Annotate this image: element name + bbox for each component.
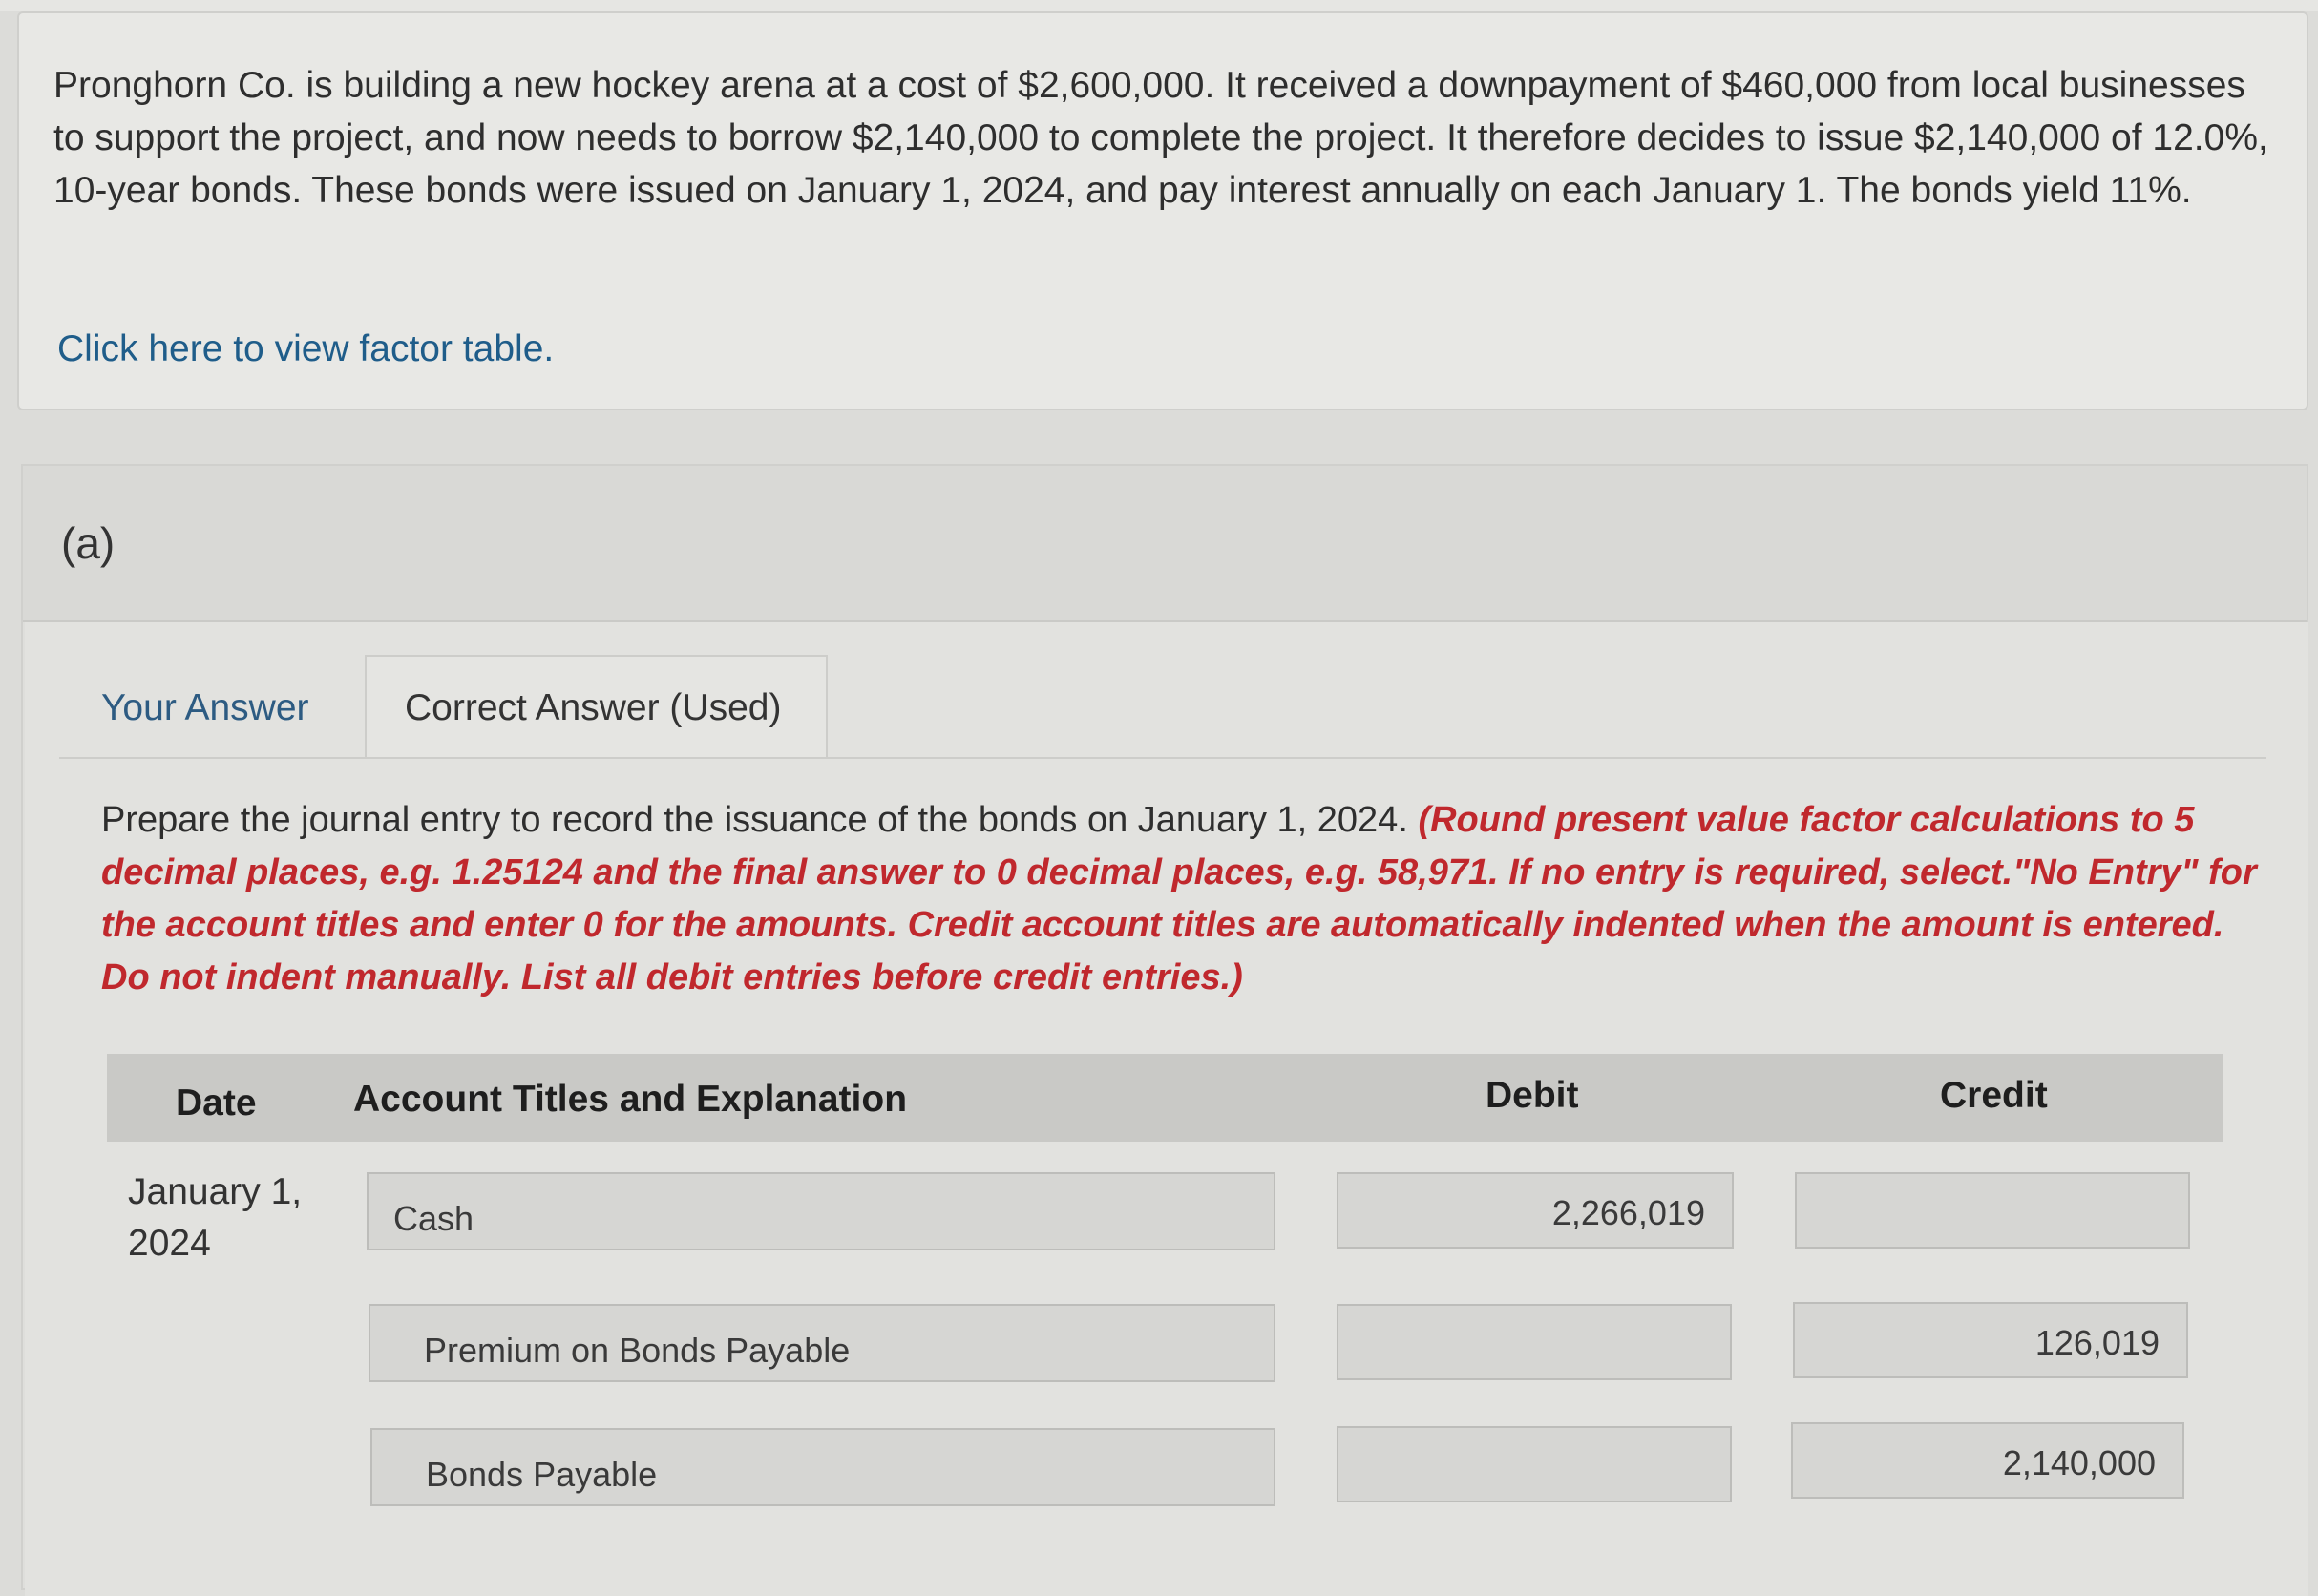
credit-field-row1[interactable] bbox=[1795, 1172, 2190, 1249]
header-date: Date bbox=[176, 1082, 257, 1124]
header-debit: Debit bbox=[1486, 1075, 1579, 1116]
entry-date-line2: 2024 bbox=[128, 1223, 211, 1264]
credit-field-row2[interactable]: 126,019 bbox=[1793, 1302, 2188, 1378]
credit-field-row3[interactable]: 2,140,000 bbox=[1791, 1422, 2184, 1499]
tab-correct-answer[interactable]: Correct Answer (Used) bbox=[365, 655, 828, 758]
header-credit: Credit bbox=[1940, 1075, 2048, 1116]
entry-date: January 1, 2024 bbox=[128, 1166, 302, 1270]
problem-panel: Pronghorn Co. is building a new hockey a… bbox=[17, 11, 2308, 410]
top-strip bbox=[0, 0, 2318, 11]
header-account: Account Titles and Explanation bbox=[353, 1079, 908, 1120]
debit-field-row3[interactable] bbox=[1337, 1426, 1732, 1502]
problem-text: Pronghorn Co. is building a new hockey a… bbox=[53, 65, 2268, 211]
entry-date-line1: January 1, bbox=[128, 1171, 303, 1212]
journal-table-header: Date Account Titles and Explanation Debi… bbox=[107, 1054, 2223, 1142]
debit-field-row2[interactable] bbox=[1337, 1304, 1732, 1380]
account-field-row1[interactable]: Cash bbox=[367, 1172, 1275, 1250]
tab-your-answer[interactable]: Your Answer bbox=[57, 655, 363, 758]
debit-field-row1[interactable]: 2,266,019 bbox=[1337, 1172, 1734, 1249]
part-header: (a) bbox=[23, 466, 2307, 622]
part-label: (a) bbox=[61, 518, 116, 568]
part-panel: (a) bbox=[21, 464, 2308, 1596]
factor-table-link[interactable]: Click here to view factor table. bbox=[57, 328, 554, 370]
tabs-divider bbox=[59, 757, 2266, 759]
instructions: Prepare the journal entry to record the … bbox=[101, 794, 2259, 1004]
instruction-text: Prepare the journal entry to record the … bbox=[101, 800, 1408, 840]
account-field-row2[interactable]: Premium on Bonds Payable bbox=[369, 1304, 1275, 1382]
account-field-row3[interactable]: Bonds Payable bbox=[370, 1428, 1275, 1506]
